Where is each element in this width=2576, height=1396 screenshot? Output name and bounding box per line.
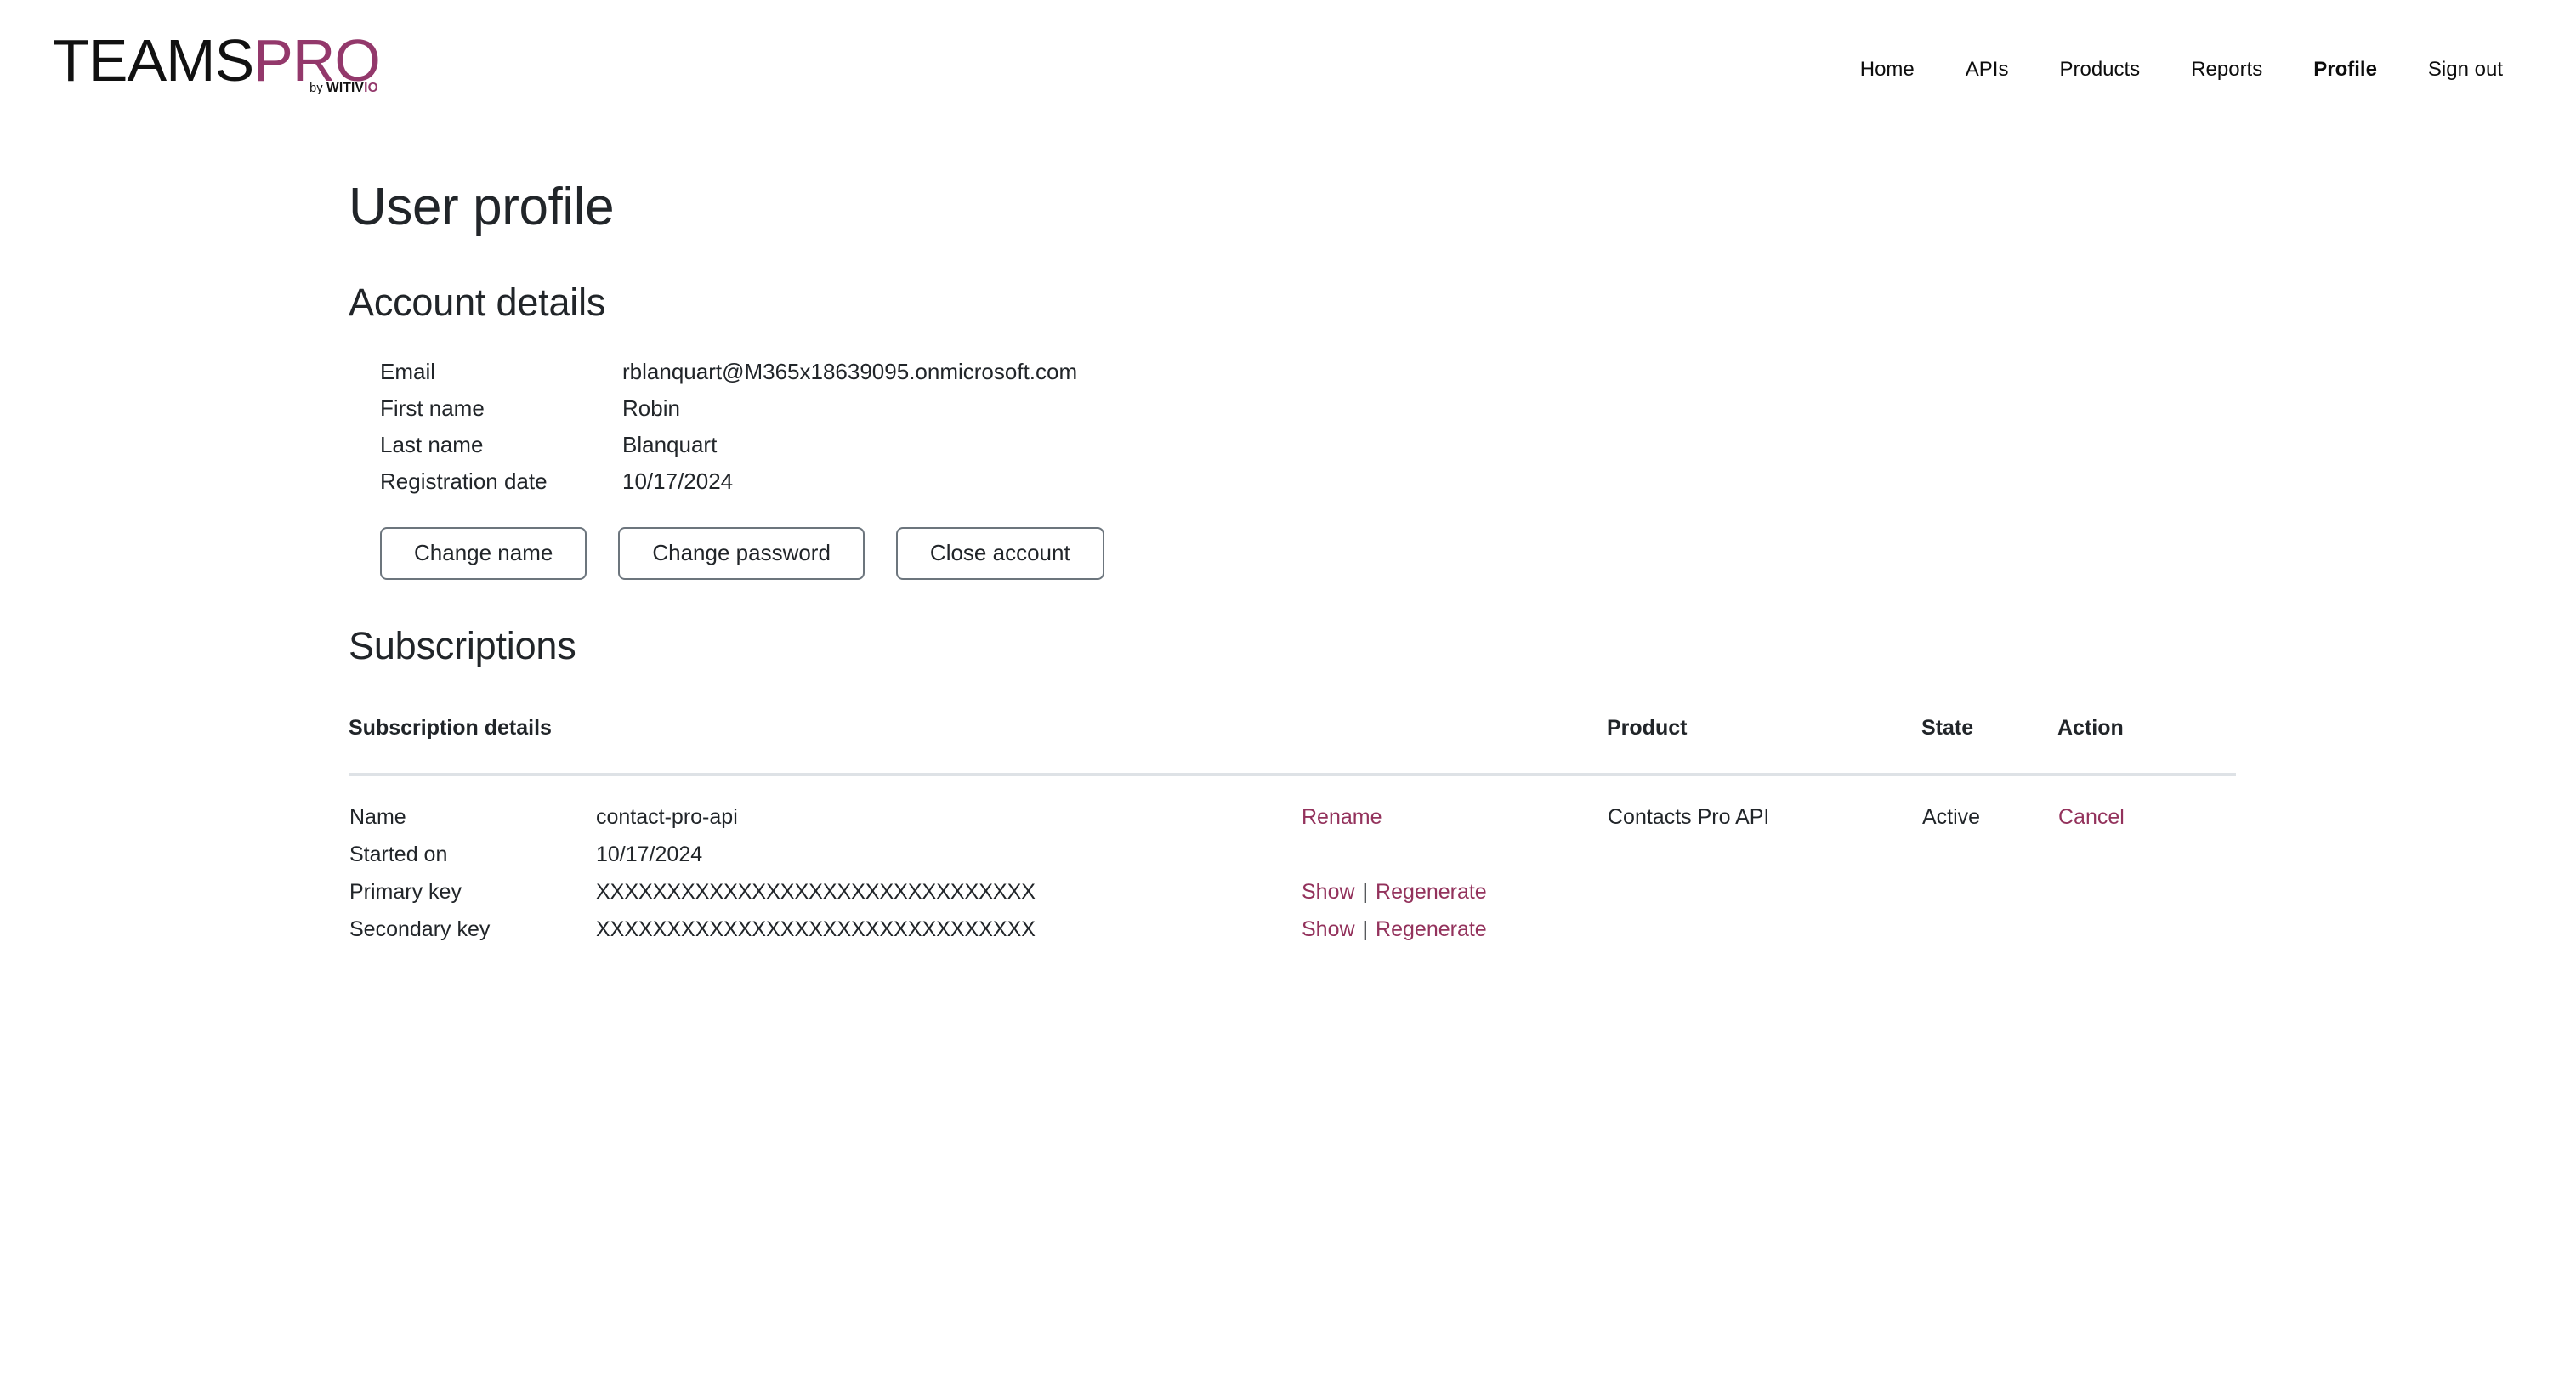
regenerate-primary-key-link[interactable]: Regenerate bbox=[1376, 880, 1487, 905]
rename-link[interactable]: Rename bbox=[1302, 805, 1382, 830]
show-primary-key-link[interactable]: Show bbox=[1302, 880, 1355, 905]
link-separator: | bbox=[1362, 879, 1369, 904]
brand-logo[interactable]: TEAMSPRO by WITIVIO bbox=[53, 27, 381, 94]
account-action-buttons: Change name Change password Close accoun… bbox=[380, 526, 2525, 580]
sub-line-secondary-key: Secondary key XXXXXXXXXXXXXXXXXXXXXXXXXX… bbox=[349, 917, 1300, 955]
link-separator: | bbox=[1362, 916, 1369, 941]
sub-label-primary-key: Primary key bbox=[349, 879, 462, 904]
sub-value-name: contact-pro-api bbox=[596, 804, 738, 829]
detail-row-first-name: First name Robin bbox=[380, 395, 2525, 432]
nav-item-home[interactable]: Home bbox=[1835, 51, 1940, 88]
sub-label-started-on: Started on bbox=[349, 842, 448, 866]
column-header-state: State bbox=[1921, 715, 2057, 776]
subscription-product-cell: Contacts Pro API bbox=[1608, 804, 1770, 829]
detail-label-first-name: First name bbox=[380, 394, 485, 421]
detail-row-registration-date: Registration date 10/17/2024 bbox=[380, 468, 2525, 505]
column-header-action: Action bbox=[2057, 715, 2236, 776]
detail-row-last-name: Last name Blanquart bbox=[380, 432, 2525, 468]
regenerate-secondary-key-link[interactable]: Regenerate bbox=[1376, 917, 1487, 942]
subscription-state-cell: Active bbox=[1922, 804, 1981, 829]
subscriptions-table-body: Name contact-pro-api Started on 10/17/20… bbox=[349, 775, 2236, 956]
brand-tagline-by: by bbox=[309, 82, 327, 95]
brand-tagline: by WITIVIO bbox=[309, 82, 378, 95]
subscription-action-cell: Cancel bbox=[2057, 775, 2236, 956]
sub-line-primary-key: Primary key XXXXXXXXXXXXXXXXXXXXXXXXXXXX… bbox=[349, 880, 1300, 917]
sub-line-name: Name contact-pro-api bbox=[349, 805, 1300, 843]
column-header-subscription-details: Subscription details bbox=[349, 715, 1301, 776]
subscription-details-cell: Name contact-pro-api Started on 10/17/20… bbox=[349, 775, 1301, 956]
detail-label-email: Email bbox=[380, 358, 436, 384]
column-header-links bbox=[1301, 715, 1607, 776]
sub-label-secondary-key: Secondary key bbox=[349, 916, 491, 941]
sub-value-started-on: 10/17/2024 bbox=[596, 842, 703, 866]
subscription-links-cell: Rename Show | Regenerate Show | Regenera… bbox=[1301, 775, 1607, 956]
change-password-button[interactable]: Change password bbox=[618, 526, 865, 580]
subscriptions-heading: Subscriptions bbox=[349, 623, 576, 667]
detail-label-registration-date: Registration date bbox=[380, 468, 548, 494]
nav-item-reports[interactable]: Reports bbox=[2165, 51, 2288, 88]
account-details-heading: Account details bbox=[349, 281, 606, 325]
link-line-primary-key: Show | Regenerate bbox=[1302, 880, 1606, 917]
nav-item-products[interactable]: Products bbox=[2034, 51, 2165, 88]
detail-value-last-name: Blanquart bbox=[622, 431, 718, 457]
table-row: Name contact-pro-api Started on 10/17/20… bbox=[349, 775, 2236, 956]
brand-tagline-accent: IO bbox=[364, 81, 378, 95]
detail-value-registration-date: 10/17/2024 bbox=[622, 468, 734, 494]
show-secondary-key-link[interactable]: Show bbox=[1302, 917, 1355, 942]
subscriptions-table: Subscription details Product State Actio… bbox=[349, 715, 2236, 956]
detail-value-email: rblanquart@M365x18639095.onmicrosoft.com bbox=[622, 358, 1078, 384]
sub-value-secondary-key: XXXXXXXXXXXXXXXXXXXXXXXXXXXXXXX bbox=[596, 916, 1036, 941]
link-line-secondary-key: Show | Regenerate bbox=[1302, 917, 1606, 955]
brand-tagline-name: WITIV bbox=[326, 81, 365, 95]
page-content: User profile Account details Email rblan… bbox=[0, 178, 2576, 956]
sub-label-name: Name bbox=[349, 804, 406, 829]
change-name-button[interactable]: Change name bbox=[380, 526, 587, 580]
subscriptions-table-head: Subscription details Product State Actio… bbox=[349, 715, 2236, 776]
close-account-button[interactable]: Close account bbox=[895, 526, 1104, 580]
nav-item-sign-out[interactable]: Sign out bbox=[2403, 51, 2528, 88]
sub-value-primary-key: XXXXXXXXXXXXXXXXXXXXXXXXXXXXXXX bbox=[596, 879, 1036, 904]
account-details-block: Email rblanquart@M365x18639095.onmicroso… bbox=[349, 359, 2525, 580]
brand-word-teams: TEAMS bbox=[53, 27, 254, 94]
main-navigation: Home APIs Products Reports Profile Sign … bbox=[1835, 51, 2528, 88]
column-header-product: Product bbox=[1607, 715, 1921, 776]
site-header: TEAMSPRO by WITIVIO Home APIs Products R… bbox=[0, 0, 2576, 145]
table-header-row: Subscription details Product State Actio… bbox=[349, 715, 2236, 776]
detail-label-last-name: Last name bbox=[380, 431, 484, 457]
link-line-rename: Rename bbox=[1302, 805, 1606, 843]
detail-row-email: Email rblanquart@M365x18639095.onmicroso… bbox=[380, 359, 2525, 395]
sub-line-started-on: Started on 10/17/2024 bbox=[349, 843, 1300, 880]
nav-item-profile[interactable]: Profile bbox=[2288, 51, 2403, 88]
page-title: User profile bbox=[349, 178, 615, 236]
nav-item-apis[interactable]: APIs bbox=[1940, 51, 2034, 88]
detail-value-first-name: Robin bbox=[622, 394, 680, 421]
cancel-subscription-link[interactable]: Cancel bbox=[2058, 805, 2125, 829]
